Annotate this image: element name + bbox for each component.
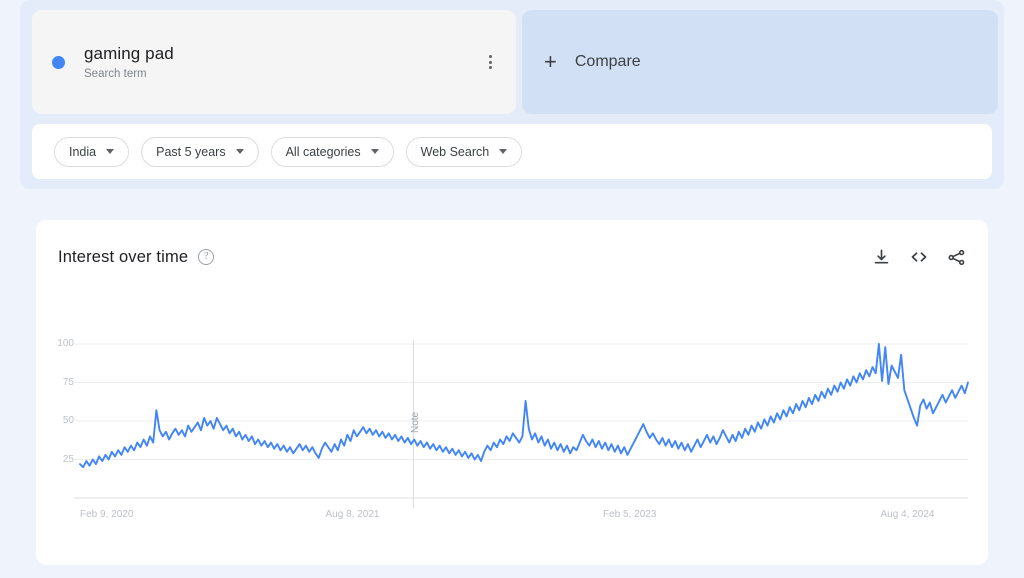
chevron-down-icon: [370, 149, 379, 154]
series-line-gaming-pad: [79, 343, 969, 469]
y-axis-tick-label: 100: [57, 338, 74, 349]
y-axis-tick-label: 25: [62, 453, 74, 465]
filter-bar: India Past 5 years All categories Web Se…: [32, 124, 992, 179]
search-term-texts: gaming pad Search term: [84, 44, 174, 80]
note-annotation-label: Note: [410, 412, 422, 434]
compare-button[interactable]: + Compare: [522, 10, 998, 114]
interest-over-time-card: Interest over time ? 25 50 75 100 Note F…: [36, 220, 988, 565]
filter-location-label: India: [69, 144, 97, 159]
search-term-card[interactable]: gaming pad Search term: [32, 10, 516, 114]
search-term-type-label: Search term: [84, 68, 147, 80]
filter-search-type-label: Web Search: [420, 144, 490, 159]
search-term-label: gaming pad: [84, 44, 174, 63]
filter-location[interactable]: India: [54, 136, 130, 167]
google-trends-page: gaming pad Search term + Compare India P…: [0, 0, 1024, 578]
chevron-down-icon: [235, 149, 244, 154]
chevron-down-icon: [499, 149, 508, 154]
filter-search-type[interactable]: Web Search: [405, 136, 523, 167]
query-cards-row: gaming pad Search term + Compare: [32, 10, 998, 114]
y-axis-tick-label: 75: [62, 376, 74, 388]
kebab-menu-icon[interactable]: [478, 50, 502, 74]
filter-time-range[interactable]: Past 5 years: [141, 136, 259, 167]
chevron-down-icon: [106, 149, 115, 154]
x-axis-tick-label: Aug 8, 2021: [325, 509, 380, 520]
chart-plot-area: 25 50 75 100 Note Feb 9, 2020 Aug 8, 2021 Feb 5…: [36, 220, 988, 565]
filter-category-label: All categories: [285, 144, 361, 159]
x-axis-tick-label: Feb 9, 2020: [80, 509, 134, 520]
x-axis-tick-label: Feb 5, 2023: [603, 509, 657, 520]
filter-category[interactable]: All categories: [270, 136, 394, 167]
plus-icon: +: [544, 49, 557, 74]
trends-line-chart: [74, 340, 969, 508]
filter-time-range-label: Past 5 years: [156, 144, 226, 159]
x-axis-tick-label: Aug 4, 2024: [880, 509, 935, 520]
query-panel: gaming pad Search term + Compare India P…: [20, 0, 1004, 189]
y-axis-tick-label: 50: [62, 415, 74, 426]
series-color-dot-icon: [52, 55, 65, 69]
compare-label: Compare: [574, 53, 641, 70]
